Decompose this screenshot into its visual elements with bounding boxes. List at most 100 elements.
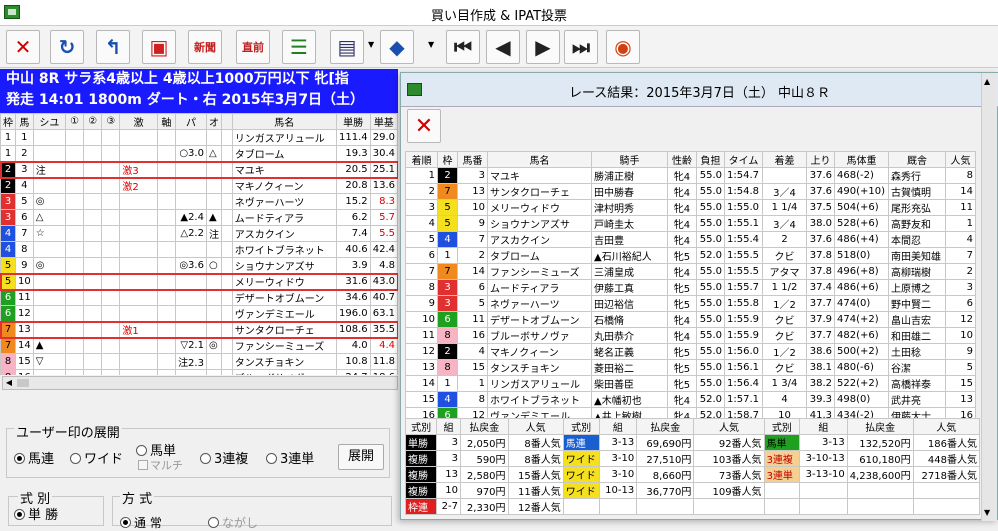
result-stable-cell[interactable]: 森秀行 [888, 167, 946, 184]
radio-wide-circle[interactable] [70, 453, 81, 464]
result-ninki-cell[interactable]: 14 [945, 183, 976, 200]
result-row[interactable]: 13 8 15 タンスチョキン 菱田裕二 牝5 55.0 1:56.1 クビ 38.1 480(-6… [405, 359, 976, 376]
entry-mark-cell[interactable] [220, 129, 233, 146]
entry-jiku-cell[interactable] [156, 257, 177, 274]
entry-uma-cell[interactable]: 15 [15, 353, 34, 370]
entry-shiyu-cell[interactable]: ◎ [32, 257, 67, 274]
entry-tan-cell[interactable]: 15.2 [335, 193, 371, 210]
entry-row[interactable]: 5 9 ◎ ◎3.6 ○ ショウナンアズサ 3.9 4.8 [0, 257, 398, 274]
entry-waku-cell[interactable]: 3 [0, 193, 16, 210]
result-stable-cell[interactable]: 和田雄二 [888, 327, 946, 344]
result-chaku-cell[interactable]: 9 [405, 295, 438, 312]
result-time-cell[interactable]: 1:55.4 [724, 231, 763, 248]
entry-kijun-cell[interactable]: 8.3 [369, 193, 398, 210]
result-stable-cell[interactable]: 畠山吉宏 [888, 311, 946, 328]
result-jockey-cell[interactable]: 津村明秀 [591, 199, 668, 216]
entry-shiyu-cell[interactable] [32, 305, 67, 322]
entry-waku-cell[interactable]: 1 [0, 145, 16, 162]
result-sa-cell[interactable]: 1 1/2 [762, 279, 807, 296]
result-jockey-cell[interactable]: 田辺裕信 [591, 295, 668, 312]
entry-waku-cell[interactable]: 7 [0, 337, 16, 354]
result-stable-cell[interactable]: 本間忍 [888, 231, 946, 248]
entry-geki-cell[interactable] [119, 353, 158, 370]
entry-geki-cell[interactable] [119, 225, 158, 242]
entry-waku-cell[interactable]: 3 [0, 209, 16, 226]
entry-mark-cell[interactable] [220, 353, 233, 370]
entry-geki-cell[interactable] [119, 305, 158, 322]
result-row[interactable]: 10 6 11 デザートオブムーン 石橋脩 牝4 55.0 1:55.9 クビ 37.9 474(+… [405, 311, 976, 328]
entry-c3-cell[interactable] [101, 273, 121, 290]
result-chaku-cell[interactable]: 13 [405, 359, 438, 376]
entry-row[interactable]: 6 12 ヴァンデミエール 196.0 63.1 [0, 305, 398, 322]
entry-tan-cell[interactable]: 6.2 [335, 209, 371, 226]
entry-c2-cell[interactable] [83, 273, 103, 290]
result-sa-cell[interactable]: クビ [762, 327, 807, 344]
result-jockey-cell[interactable]: 伊藤工真 [591, 279, 668, 296]
entry-waku-cell[interactable]: 4 [0, 225, 16, 242]
result-jockey-cell[interactable]: 三浦皇成 [591, 263, 668, 280]
result-agari-cell[interactable]: 37.8 [806, 247, 835, 264]
result-sa-cell[interactable]: アタマ [762, 263, 807, 280]
entry-tan-cell[interactable]: 4.0 [335, 337, 371, 354]
result-stable-cell[interactable]: 谷潔 [888, 359, 946, 376]
result-time-cell[interactable]: 1:55.9 [724, 311, 763, 328]
entry-row[interactable]: 3 6 △ ▲2.4 ▲ ムードティアラ 6.2 5.7 [0, 209, 398, 226]
result-header-cell[interactable]: 負担 [696, 151, 725, 168]
result-waku-cell[interactable]: 5 [437, 215, 458, 232]
entry-mark-cell[interactable] [220, 257, 233, 274]
entry-waku-cell[interactable]: 2 [0, 161, 16, 178]
entry-kijun-cell[interactable]: 42.4 [369, 241, 398, 258]
result-header-cell[interactable]: 厩舎 [888, 151, 946, 168]
entry-name-cell[interactable]: アスカクイン [231, 225, 337, 242]
result-ninki-cell[interactable]: 13 [945, 391, 976, 408]
result-weight-cell[interactable]: 468(-2) [834, 167, 889, 184]
entry-c3-cell[interactable] [101, 305, 121, 322]
entry-uma-cell[interactable]: 16 [15, 369, 34, 375]
entry-shiyu-cell[interactable] [32, 129, 67, 146]
result-row[interactable]: 12 2 4 マキノクィーン 蛯名正義 牝5 55.0 1:56.0 1／2 38.6 500(+2… [405, 343, 976, 360]
result-jockey-cell[interactable]: 石橋脩 [591, 311, 668, 328]
scroll-up-icon[interactable]: ▲ [984, 77, 990, 86]
entry-pa-cell[interactable]: ▽2.1 [175, 337, 207, 354]
entry-jiku-cell[interactable] [156, 273, 177, 290]
result-agari-cell[interactable]: 37.6 [806, 231, 835, 248]
entry-c2-cell[interactable] [83, 305, 103, 322]
result-row[interactable]: 7 7 14 ファンシーミューズ 三浦皇成 牝4 55.0 1:55.5 アタマ 37.8 496(… [405, 263, 976, 280]
result-sei-cell[interactable]: 牝4 [667, 199, 697, 216]
result-stable-cell[interactable]: 南田美知雄 [888, 247, 946, 264]
entry-c3-cell[interactable] [101, 209, 121, 226]
entry-mark-cell[interactable] [220, 177, 233, 194]
entry-c3-cell[interactable] [101, 337, 121, 354]
entry-tan-cell[interactable]: 31.6 [335, 273, 371, 290]
entry-c1-cell[interactable] [65, 289, 85, 306]
result-header-cell[interactable]: 性齢 [667, 151, 697, 168]
entry-c3-cell[interactable] [101, 145, 121, 162]
entry-row[interactable]: 4 8 ホワイトブラネット 40.6 42.4 [0, 241, 398, 258]
entry-shiyu-cell[interactable] [32, 273, 67, 290]
entry-row[interactable]: 7 14 ▲ ▽2.1 ◎ ファンシーミューズ 4.0 4.4 [0, 337, 398, 354]
result-ninki-cell[interactable]: 9 [945, 343, 976, 360]
result-chaku-cell[interactable]: 2 [405, 183, 438, 200]
result-row[interactable]: 11 8 16 ブルーボサノヴァ 丸田恭介 牝4 55.0 1:55.9 クビ 37.7 482(+… [405, 327, 976, 344]
result-waku-cell[interactable]: 7 [437, 183, 458, 200]
result-name-cell[interactable]: タブローム [487, 247, 592, 264]
result-jockey-cell[interactable]: 田中勝春 [591, 183, 668, 200]
entry-name-cell[interactable]: デザートオブムーン [231, 289, 337, 306]
entry-waku-cell[interactable]: 6 [0, 289, 16, 306]
entry-tan-cell[interactable]: 19.3 [335, 145, 371, 162]
entry-name-cell[interactable]: ムードティアラ [231, 209, 337, 226]
result-row[interactable]: 1 2 3 マユキ 勝浦正樹 牝4 55.0 1:54.7 37.6 468(-2) 森秀行 8 [405, 167, 976, 184]
entry-geki-cell[interactable] [119, 193, 158, 210]
entry-header-cell[interactable] [220, 113, 233, 130]
result-agari-cell[interactable]: 37.5 [806, 199, 835, 216]
entry-uma-cell[interactable]: 6 [15, 209, 34, 226]
result-time-cell[interactable]: 1:55.7 [724, 279, 763, 296]
expand-button[interactable]: 展開 [338, 444, 384, 470]
result-futan-cell[interactable]: 55.0 [696, 215, 725, 232]
entry-shiyu-cell[interactable] [32, 241, 67, 258]
entry-uma-cell[interactable]: 4 [15, 177, 34, 194]
result-futan-cell[interactable]: 55.0 [696, 359, 725, 376]
result-futan-cell[interactable]: 55.0 [696, 183, 725, 200]
result-chaku-cell[interactable]: 4 [405, 215, 438, 232]
entry-uma-cell[interactable]: 12 [15, 305, 34, 322]
